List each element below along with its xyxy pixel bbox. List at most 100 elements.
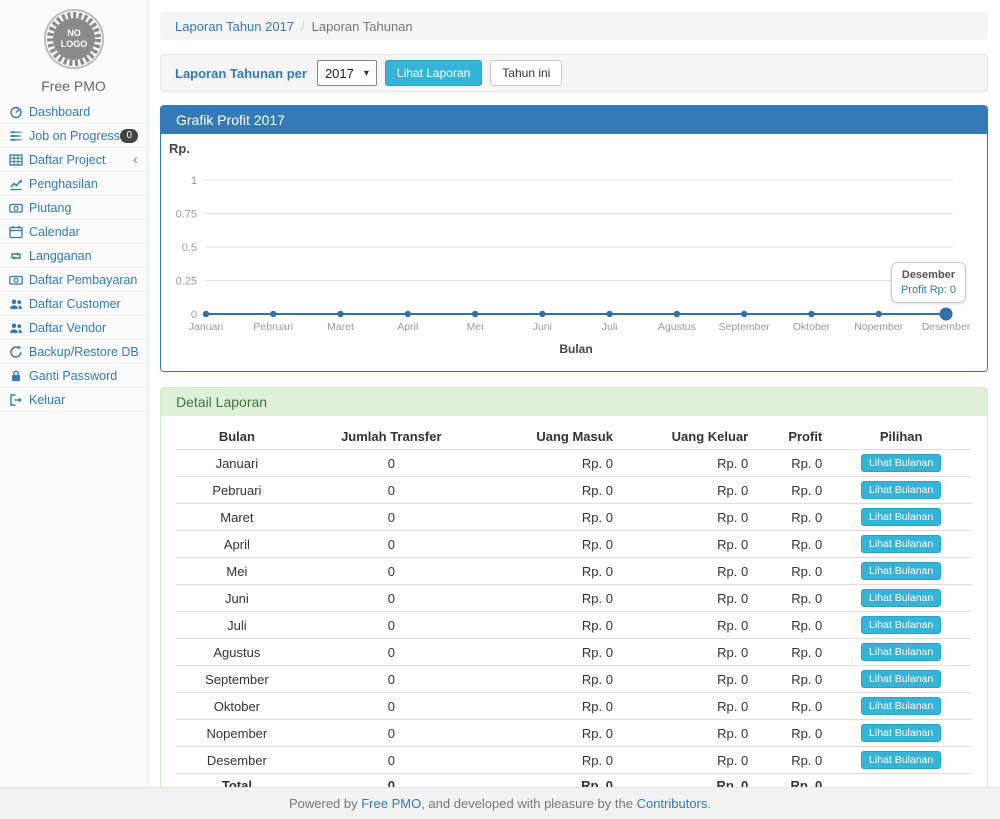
report-filter-bar: Laporan Tahunan per 2017 ▾ Lihat Laporan…: [160, 54, 988, 92]
contributors-link[interactable]: Contributors: [637, 796, 708, 811]
sidebar-menu: DashboardJob on Progress0Daftar Project‹…: [0, 100, 147, 412]
sidebar-item-backup-restore-db[interactable]: Backup/Restore DB: [0, 340, 147, 364]
lihat-bulanan-button[interactable]: Lihat Bulanan: [861, 724, 941, 742]
sidebar-item-label: Langganan: [29, 249, 92, 263]
cell-uang-keluar: Rp. 0: [621, 504, 756, 531]
svg-text:Pebruari: Pebruari: [253, 321, 293, 333]
tahun-ini-button[interactable]: Tahun ini: [490, 60, 562, 86]
sidebar-item-piutang[interactable]: Piutang: [0, 196, 147, 220]
app-window: NO LOGO Free PMO DashboardJob on Progres…: [0, 0, 1000, 819]
year-select-value: 2017: [325, 66, 354, 81]
filter-label: Laporan Tahunan per: [175, 66, 307, 81]
main-content: Laporan Tahun 2017 / Laporan Tahunan Lap…: [149, 0, 1000, 809]
column-header-pilihan: Pilihan: [830, 424, 972, 450]
lock-icon: [9, 369, 23, 383]
svg-text:0.5: 0.5: [182, 242, 197, 254]
table-row: Maret0Rp. 0Rp. 0Rp. 0Lihat Bulanan: [176, 504, 972, 531]
tasks-icon: [9, 129, 23, 143]
sidebar-item-job-on-progress[interactable]: Job on Progress0: [0, 124, 147, 148]
svg-text:NO: NO: [67, 28, 81, 38]
tooltip-title: Desember: [901, 269, 956, 281]
sign-out-icon: [9, 393, 23, 407]
lihat-bulanan-button[interactable]: Lihat Bulanan: [861, 670, 941, 688]
lihat-bulanan-button[interactable]: Lihat Bulanan: [861, 535, 941, 553]
table-row: Desember0Rp. 0Rp. 0Rp. 0Lihat Bulanan: [176, 747, 972, 774]
cell-jumlah-transfer: 0: [298, 720, 485, 747]
lihat-bulanan-button[interactable]: Lihat Bulanan: [861, 454, 941, 472]
chart-body: Rp. 10.750.50.250JanuariPebruariMaretApr…: [161, 134, 987, 371]
money-icon: [9, 201, 23, 215]
year-select[interactable]: 2017 ▾: [317, 60, 377, 86]
retweet-icon: [9, 249, 23, 263]
cell-uang-masuk: Rp. 0: [485, 639, 621, 666]
cell-uang-keluar: Rp. 0: [621, 693, 756, 720]
sidebar-item-ganti-password[interactable]: Ganti Password: [0, 364, 147, 388]
cell-profit: Rp. 0: [756, 666, 830, 693]
column-header-uang-keluar: Uang Keluar: [621, 424, 756, 450]
table-row: Mei0Rp. 0Rp. 0Rp. 0Lihat Bulanan: [176, 558, 972, 585]
cell-bulan: Maret: [176, 504, 298, 531]
sidebar-item-penghasilan[interactable]: Penghasilan: [0, 172, 147, 196]
tooltip-value: Profit Rp: 0: [901, 284, 956, 296]
cell-profit: Rp. 0: [756, 612, 830, 639]
breadcrumb-link[interactable]: Laporan Tahun 2017: [175, 19, 294, 34]
users-icon: [9, 297, 23, 311]
sidebar-item-dashboard[interactable]: Dashboard: [0, 100, 147, 124]
refresh-icon: [9, 345, 23, 359]
free-pmo-link[interactable]: Free PMO: [361, 796, 421, 811]
svg-text:0.75: 0.75: [176, 209, 197, 221]
cell-uang-masuk: Rp. 0: [485, 693, 621, 720]
cell-profit: Rp. 0: [756, 693, 830, 720]
report-table: BulanJumlah TransferUang MasukUang Kelua…: [176, 424, 972, 798]
detail-panel-body: BulanJumlah TransferUang MasukUang Kelua…: [161, 416, 987, 808]
cell-uang-keluar: Rp. 0: [621, 720, 756, 747]
table-row: Agustus0Rp. 0Rp. 0Rp. 0Lihat Bulanan: [176, 639, 972, 666]
lihat-bulanan-button[interactable]: Lihat Bulanan: [861, 643, 941, 661]
cell-uang-masuk: Rp. 0: [485, 504, 621, 531]
lihat-laporan-button[interactable]: Lihat Laporan: [385, 60, 482, 86]
sidebar-item-daftar-customer[interactable]: Daftar Customer: [0, 292, 147, 316]
table-row: September0Rp. 0Rp. 0Rp. 0Lihat Bulanan: [176, 666, 972, 693]
cell-profit: Rp. 0: [756, 477, 830, 504]
lihat-bulanan-button[interactable]: Lihat Bulanan: [861, 697, 941, 715]
column-header-jumlah-transfer: Jumlah Transfer: [298, 424, 485, 450]
lihat-bulanan-button[interactable]: Lihat Bulanan: [861, 562, 941, 580]
cell-profit: Rp. 0: [756, 504, 830, 531]
table-icon: [9, 153, 23, 167]
lihat-bulanan-button[interactable]: Lihat Bulanan: [861, 508, 941, 526]
table-row: Juni0Rp. 0Rp. 0Rp. 0Lihat Bulanan: [176, 585, 972, 612]
breadcrumb-separator: /: [301, 19, 305, 34]
cell-jumlah-transfer: 0: [298, 585, 485, 612]
lihat-bulanan-button[interactable]: Lihat Bulanan: [861, 589, 941, 607]
cell-pilihan: Lihat Bulanan: [830, 666, 972, 693]
cell-profit: Rp. 0: [756, 747, 830, 774]
dashboard-icon: [9, 105, 23, 119]
column-header-profit: Profit: [756, 424, 830, 450]
sidebar-item-daftar-pembayaran[interactable]: Daftar Pembayaran: [0, 268, 147, 292]
cell-uang-keluar: Rp. 0: [621, 531, 756, 558]
cell-uang-keluar: Rp. 0: [621, 585, 756, 612]
cell-jumlah-transfer: 0: [298, 531, 485, 558]
lihat-bulanan-button[interactable]: Lihat Bulanan: [861, 751, 941, 769]
cell-profit: Rp. 0: [756, 585, 830, 612]
lihat-bulanan-button[interactable]: Lihat Bulanan: [861, 481, 941, 499]
lihat-bulanan-button[interactable]: Lihat Bulanan: [861, 616, 941, 634]
sidebar-item-label: Penghasilan: [29, 177, 98, 191]
cell-uang-masuk: Rp. 0: [485, 585, 621, 612]
detail-panel-title: Detail Laporan: [161, 388, 987, 416]
sidebar-item-daftar-vendor[interactable]: Daftar Vendor: [0, 316, 147, 340]
count-badge: 0: [120, 129, 138, 143]
sidebar-item-calendar[interactable]: Calendar: [0, 220, 147, 244]
breadcrumb: Laporan Tahun 2017 / Laporan Tahunan: [160, 12, 988, 40]
chevron-down-icon: ▾: [364, 68, 369, 79]
cell-bulan: Januari: [176, 450, 298, 477]
sidebar-item-keluar[interactable]: Keluar: [0, 388, 147, 412]
svg-text:Oktober: Oktober: [793, 321, 831, 333]
sidebar-item-daftar-project[interactable]: Daftar Project‹: [0, 148, 147, 172]
profit-line-chart[interactable]: 10.750.50.250JanuariPebruariMaretAprilMe…: [161, 134, 987, 371]
svg-text:Mei: Mei: [467, 321, 484, 333]
table-body: Januari0Rp. 0Rp. 0Rp. 0Lihat BulananPebr…: [176, 450, 972, 798]
sidebar-item-label: Ganti Password: [29, 369, 117, 383]
cell-profit: Rp. 0: [756, 639, 830, 666]
sidebar-item-langganan[interactable]: Langganan: [0, 244, 147, 268]
